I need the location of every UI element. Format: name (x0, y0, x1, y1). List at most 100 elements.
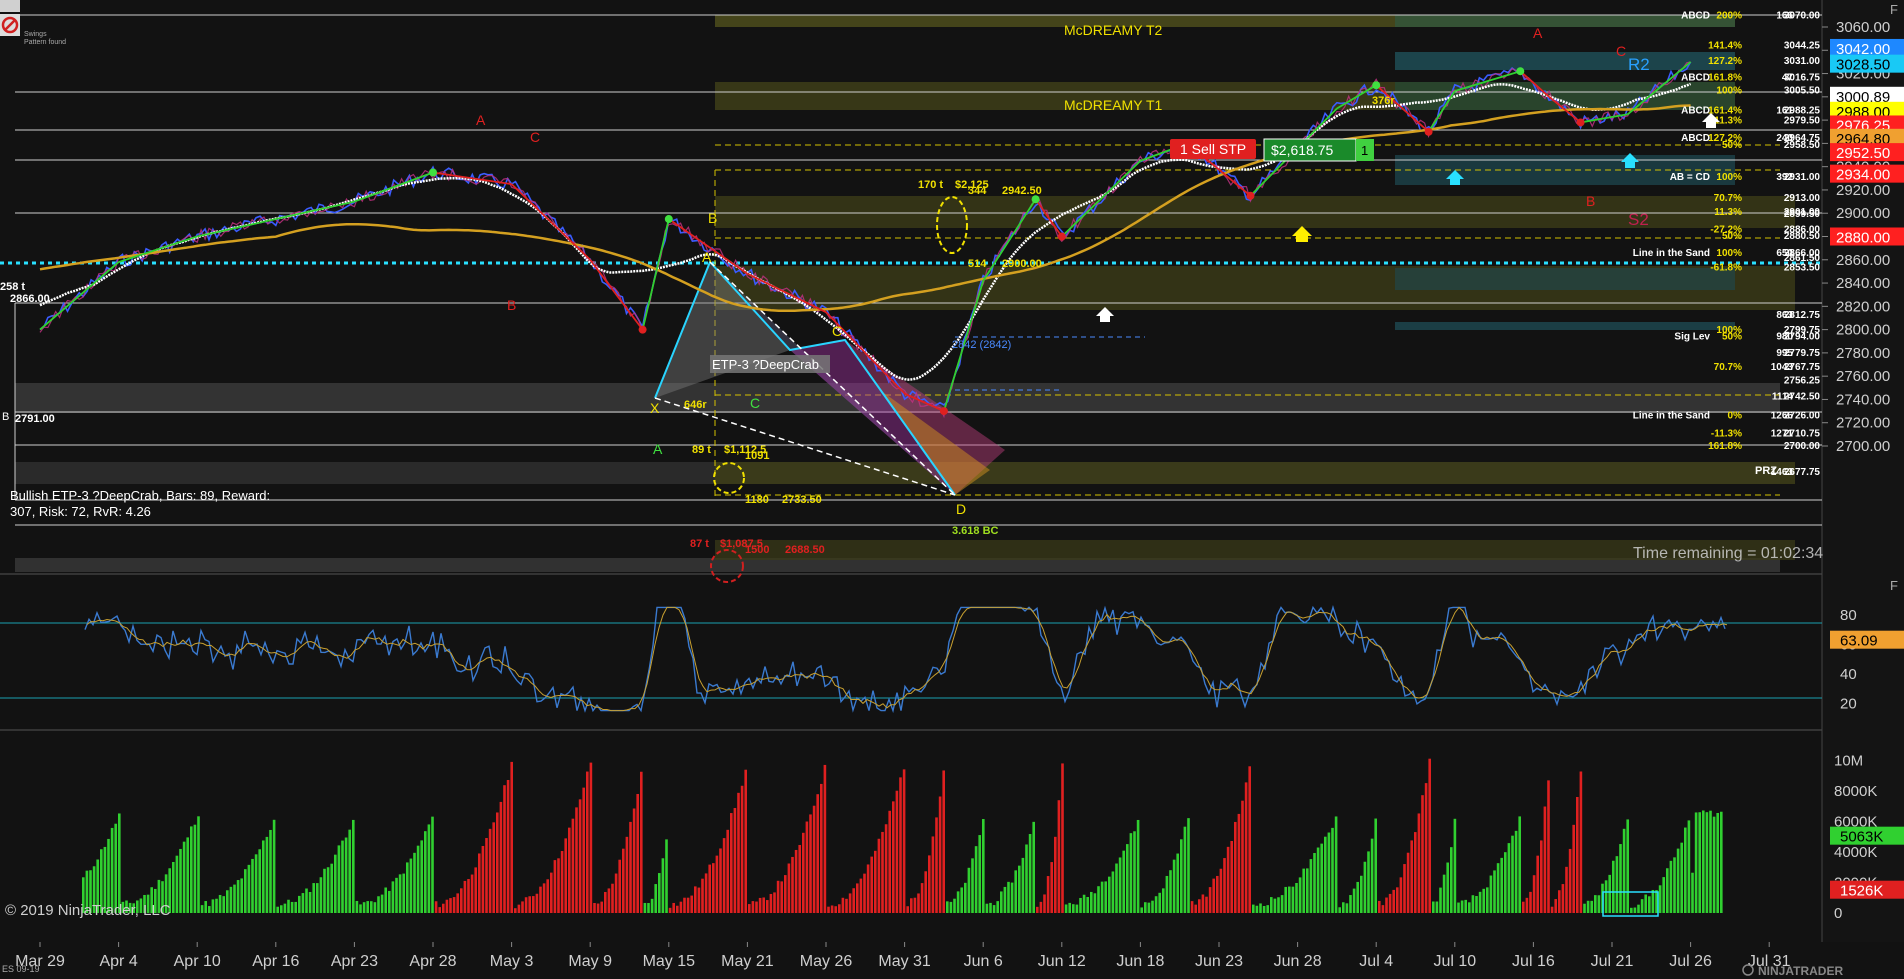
volume-bar (1532, 875, 1536, 913)
svg-text:70.7%: 70.7% (1714, 362, 1742, 373)
volume-bar (834, 906, 837, 913)
volume-bar (269, 829, 272, 913)
volume-bar (1021, 857, 1025, 913)
volume-bar (1244, 782, 1248, 913)
volume-bar (1266, 905, 1269, 913)
volume-bar (1104, 881, 1107, 913)
volume-bar (650, 898, 654, 913)
trading-chart[interactable]: 3060.003040.003020.003000.002980.002960.… (0, 0, 1904, 979)
svg-text:70.7%: 70.7% (1714, 193, 1742, 204)
label-s2: S2 (1628, 210, 1649, 229)
volume-bar (319, 877, 323, 913)
volume-bar (1100, 881, 1104, 913)
date-tick: May 21 (721, 953, 774, 970)
svg-text:141.4%: 141.4% (1708, 40, 1742, 51)
volume-bar (740, 785, 744, 913)
date-tick: Jun 28 (1274, 953, 1322, 970)
svg-text:2677.75: 2677.75 (1784, 467, 1821, 478)
svg-text:2899.50: 2899.50 (1784, 209, 1821, 220)
volume-bar (182, 841, 186, 913)
volume-bar (1360, 875, 1363, 913)
volume-bar (377, 896, 380, 913)
volume-bar (445, 899, 449, 913)
volume-bar (1468, 902, 1471, 913)
volume-bar (1061, 763, 1064, 913)
volume-bar (881, 831, 884, 913)
volume-bar (1201, 894, 1205, 913)
volume-bar (532, 896, 535, 913)
sell-stop-order[interactable]: 1 Sell STP (1170, 139, 1256, 159)
date-tick: Jul 21 (1591, 953, 1634, 970)
point-c: C (832, 323, 842, 339)
volume-bar (244, 869, 247, 913)
volume-bar (1439, 887, 1442, 913)
volume-bar (406, 862, 409, 913)
volume-bar (1630, 907, 1633, 913)
price-tick: 2900.00 (1836, 205, 1890, 222)
volume-bar (694, 886, 697, 913)
volume-bar (1637, 904, 1640, 913)
svg-text:2726.00: 2726.00 (1784, 411, 1821, 422)
volume-bar (254, 854, 258, 913)
volume-bar (1666, 868, 1669, 913)
label-2733: 2733.50 (782, 494, 822, 506)
volume-bar (1417, 813, 1421, 913)
panel-menu-f1[interactable]: F (1890, 2, 1898, 17)
volume-bar (1158, 892, 1161, 913)
volume-bar (1568, 848, 1572, 913)
volume-bar (1446, 862, 1449, 913)
volume-bar (830, 905, 834, 913)
volume-bar (409, 858, 413, 913)
volume-bar (1406, 852, 1410, 913)
point-x: X (650, 400, 660, 416)
date-tick: Apr 4 (99, 953, 137, 970)
volume-bar (330, 863, 333, 913)
volume-bar (607, 888, 611, 913)
volume-bar (776, 880, 780, 913)
label-258t: 258 t (0, 281, 25, 293)
volume-bar (1126, 844, 1129, 913)
wave-b1: B (507, 297, 516, 313)
volume-bar (1691, 872, 1694, 913)
volume-bar (1367, 851, 1370, 913)
volume-bar (1136, 819, 1140, 913)
svg-text:161.8%: 161.8% (1708, 441, 1742, 452)
volume-bar (578, 799, 582, 913)
volume-bar (1518, 816, 1521, 913)
volume-bar (1489, 875, 1493, 913)
volume-bar (1050, 862, 1053, 913)
volume-bar (665, 839, 668, 913)
swing-point (1057, 232, 1066, 241)
wave-b3: B (2, 411, 9, 423)
volume-bar (564, 838, 567, 913)
volume-bar (1345, 903, 1349, 913)
volume-bar (179, 848, 182, 913)
position-pnl[interactable]: $2,618.75 1 (1263, 138, 1374, 162)
zone-title-t2: McDREAMY T2 (1064, 22, 1162, 38)
panel-menu-f2[interactable]: F (1890, 578, 1898, 593)
volume-bar (1471, 895, 1475, 913)
edit-icon[interactable] (0, 0, 20, 12)
volume-bar (200, 905, 204, 913)
volume-bar (1622, 828, 1626, 913)
volume-bar (1457, 902, 1460, 913)
price-badge: 2934.00 (1830, 164, 1904, 184)
volume-bar (1118, 857, 1122, 913)
volume-tick: 0 (1834, 905, 1842, 922)
volume-bar (773, 892, 776, 913)
no-entry-icon[interactable] (0, 14, 20, 36)
volume-bar (618, 859, 621, 913)
swing-point (1424, 127, 1433, 136)
volume-bar (1633, 907, 1637, 913)
volume-bar (892, 801, 895, 913)
volume-bar (791, 856, 794, 913)
volume-bar (931, 836, 935, 913)
svg-text:127.2%: 127.2% (1708, 56, 1742, 67)
volume-bar (697, 887, 701, 913)
volume-bar (758, 897, 762, 913)
pattern-info-line2: 307, Risk: 72, RvR: 4.26 (10, 504, 151, 519)
volume-bar (1108, 876, 1111, 913)
volume-bar (1172, 859, 1176, 913)
svg-text:1 Sell STP: 1 Sell STP (1180, 141, 1246, 157)
svg-text:2934.00: 2934.00 (1836, 167, 1890, 184)
